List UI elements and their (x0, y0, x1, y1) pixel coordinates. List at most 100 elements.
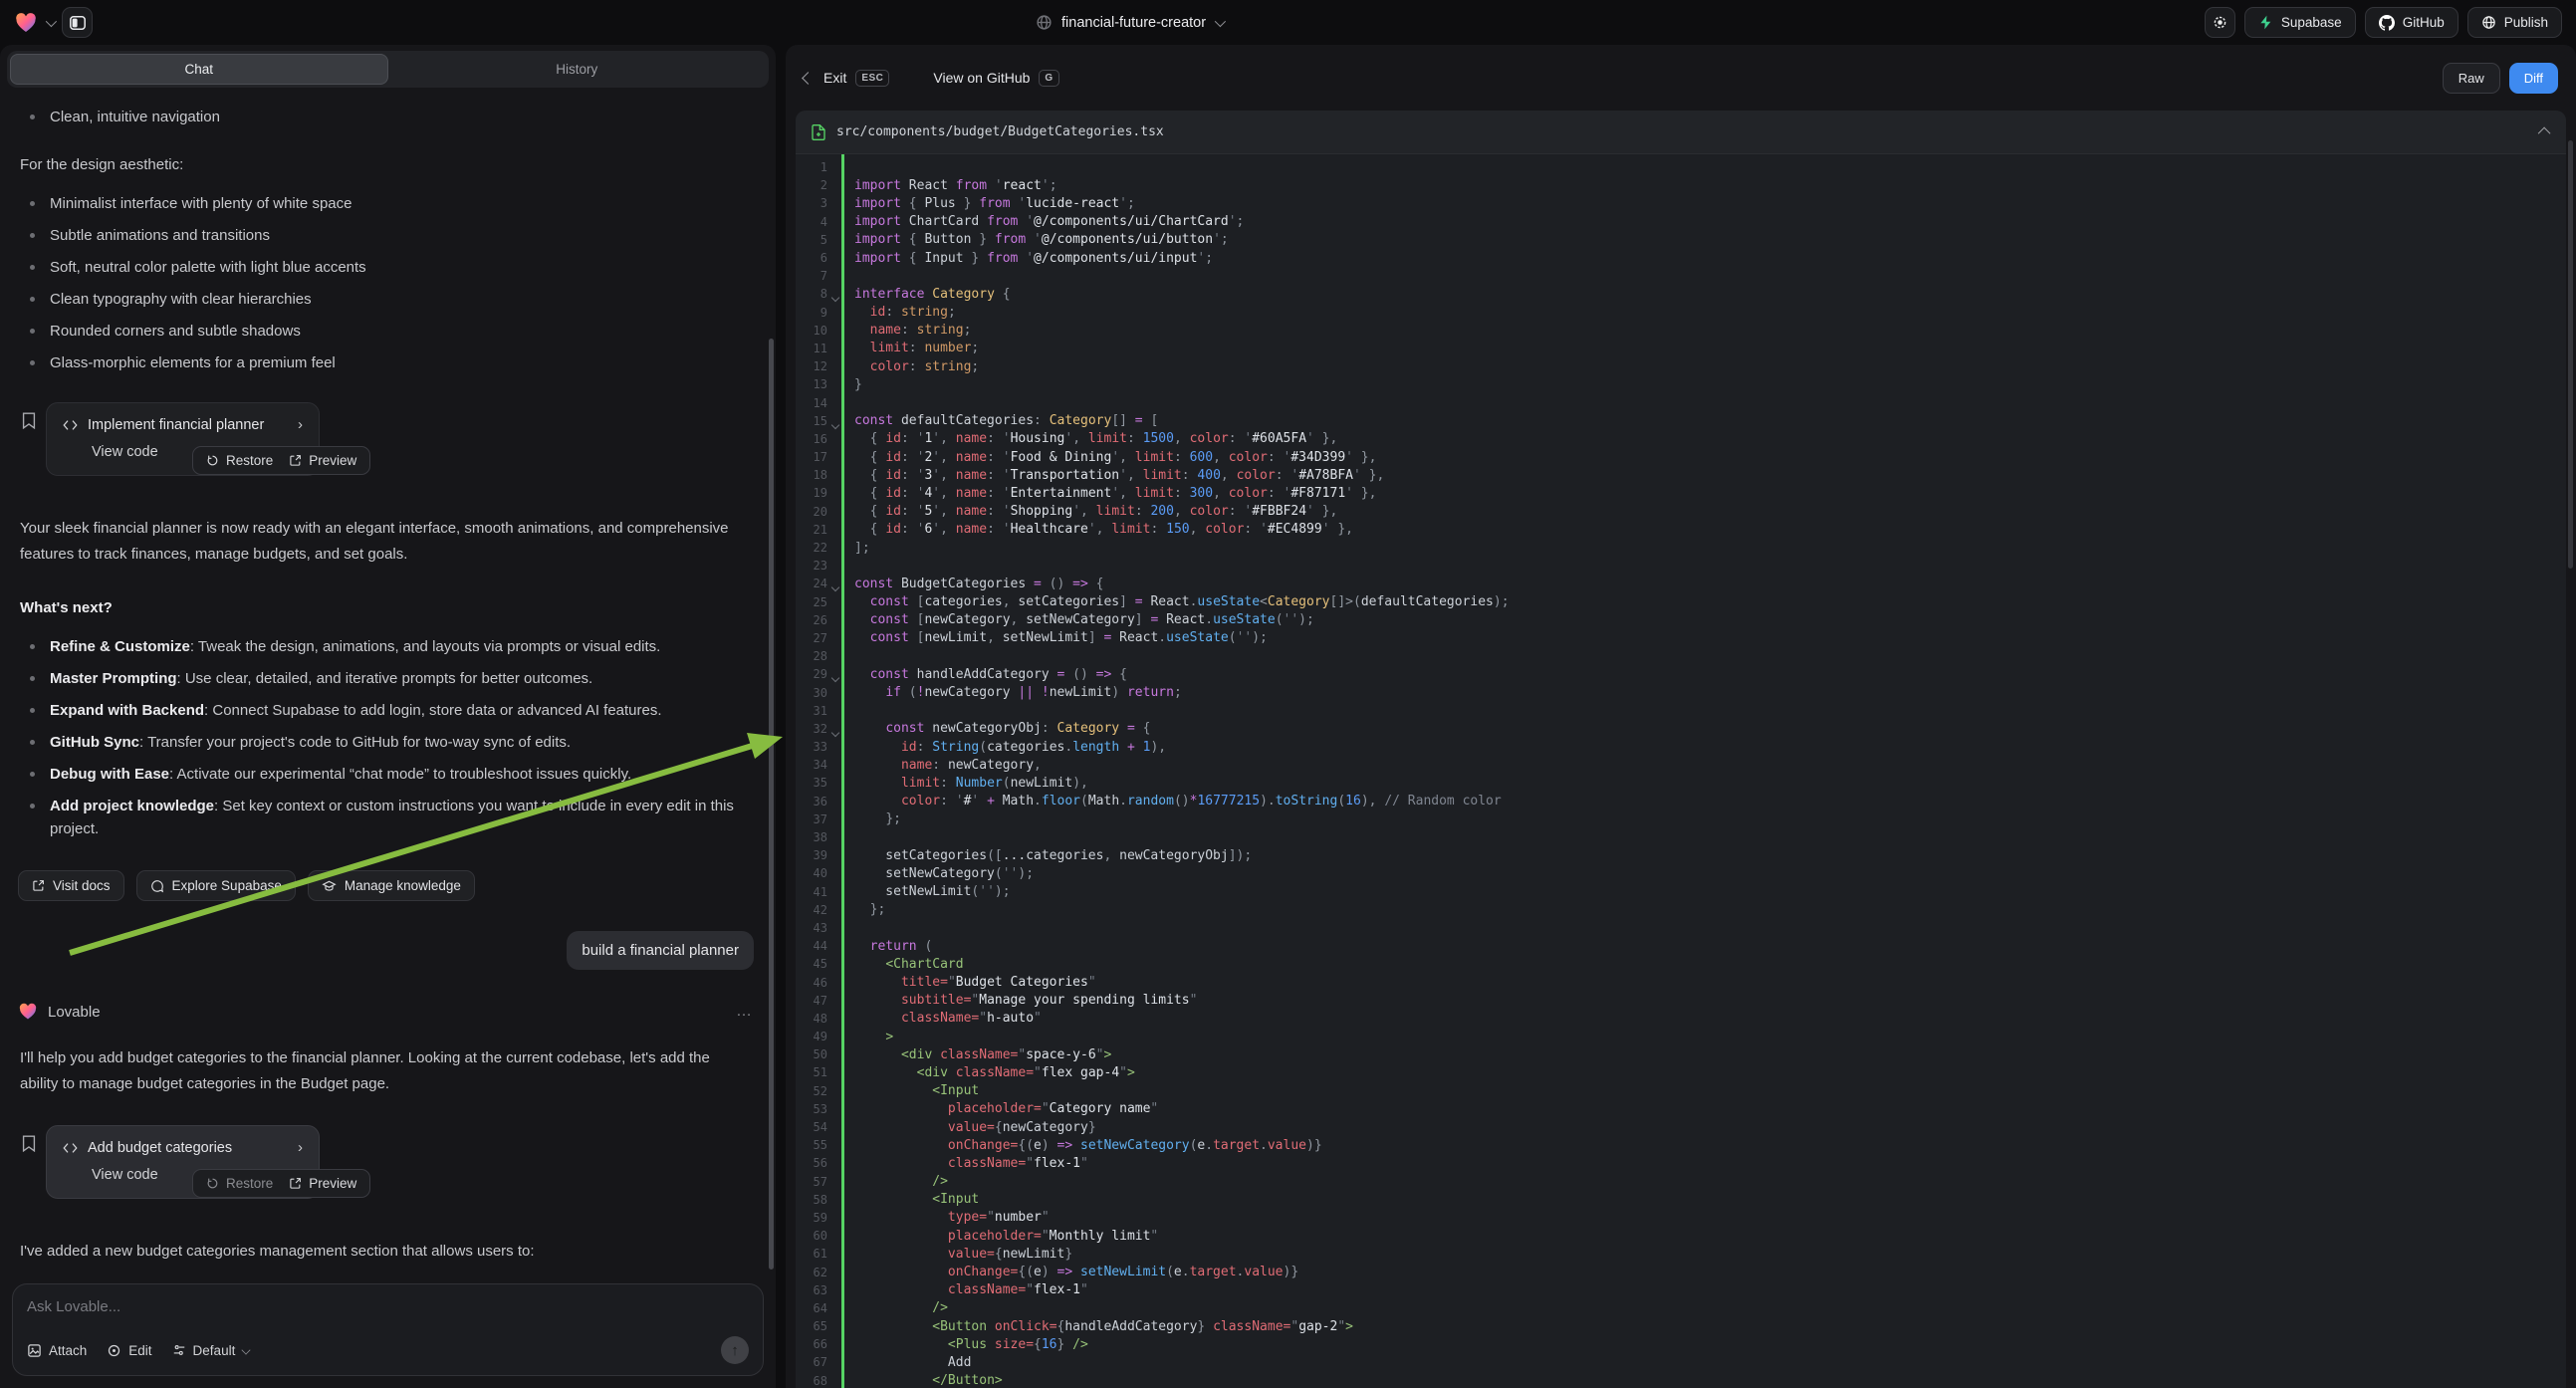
list-item-text: GitHub Sync: Transfer your project's cod… (50, 731, 571, 754)
chevron-right-icon[interactable]: › (298, 1139, 303, 1156)
attach-button[interactable]: Attach (27, 1343, 87, 1358)
chat-scroll-area[interactable]: Clean, intuitive navigationFor the desig… (0, 88, 776, 1272)
list-item-text: Add project knowledge: Set key context o… (50, 795, 754, 840)
code-text: interface Category { (854, 287, 1011, 302)
raw-toggle-button[interactable]: Raw (2443, 63, 2500, 94)
code-token: . (1034, 794, 1042, 809)
code-token: color (1229, 450, 1268, 465)
chat-bubble-icon (150, 879, 164, 893)
code-text: const [newCategory, setNewCategory] = Re… (854, 612, 1314, 627)
code-token: : (901, 486, 917, 501)
publish-button[interactable]: Publish (2467, 7, 2562, 38)
code-token (987, 1319, 995, 1334)
string-token: Budget Categories (956, 975, 1088, 990)
code-token: setNewCategory (1026, 612, 1135, 627)
code-line: 64 /> (796, 1299, 2566, 1317)
mode-select[interactable]: Default (172, 1343, 251, 1358)
chevron-down-icon[interactable] (46, 15, 57, 26)
code-token (854, 1210, 948, 1225)
sidebar-toggle-button[interactable] (62, 7, 93, 38)
code-line: 50 <div className="space-y-6"> (796, 1045, 2566, 1063)
fold-chevron-icon[interactable] (831, 420, 839, 428)
code-text: <div className="flex gap-4"> (854, 1065, 1135, 1080)
preview-button[interactable]: Preview (289, 453, 356, 468)
line-number: 61 (796, 1247, 837, 1261)
tab-history[interactable]: History (388, 54, 767, 85)
string-quote: ' (1003, 431, 1011, 446)
code-token: : (940, 794, 956, 809)
github-button[interactable]: GitHub (2365, 7, 2459, 38)
string-quote: " (1042, 1229, 1050, 1244)
code-token: Category (932, 287, 995, 302)
code-scrollbar[interactable] (2568, 140, 2573, 569)
exit-button[interactable]: Exit (823, 70, 846, 86)
chat-input[interactable]: Ask Lovable... (27, 1298, 749, 1315)
line-number: 6 (796, 251, 837, 265)
bookmark-icon[interactable] (22, 1135, 36, 1199)
code-token: value= (948, 1247, 995, 1262)
edit-button[interactable]: Edit (107, 1343, 151, 1358)
tab-chat[interactable]: Chat (10, 54, 388, 85)
code-area[interactable]: 12import React from 'react';3import { Pl… (796, 154, 2566, 1388)
code-text: title="Budget Categories" (854, 975, 1096, 990)
code-token (854, 1065, 917, 1080)
chevron-right-icon[interactable]: › (298, 416, 303, 433)
visit-docs-button[interactable]: Visit docs (18, 870, 124, 901)
code-token: Input (924, 251, 963, 266)
preview-button[interactable]: Preview (289, 1176, 356, 1191)
string-token: Category name (1050, 1101, 1151, 1116)
lovable-heart-icon[interactable] (14, 11, 38, 35)
line-number: 29 (796, 667, 837, 681)
line-number: 22 (796, 541, 837, 555)
line-number: 43 (796, 921, 837, 935)
project-switcher[interactable]: financial-future-creator (1036, 14, 1223, 31)
code-token: id (901, 740, 917, 755)
settings-button[interactable] (2205, 7, 2235, 38)
fold-chevron-icon[interactable] (831, 583, 839, 591)
code-line: 68 </Button> (796, 1372, 2566, 1388)
code-line: 43 (796, 919, 2566, 937)
code-token: : (932, 758, 948, 773)
line-number: 36 (796, 795, 837, 809)
version-card[interactable]: Add budget categories›View codeRestorePr… (46, 1125, 320, 1199)
supabase-button[interactable]: Supabase (2244, 7, 2356, 38)
code-token: ( (1229, 630, 1237, 645)
code-token: className= (901, 1011, 979, 1026)
message-menu-button[interactable]: … (736, 1003, 754, 1021)
chat-scrollbar[interactable] (769, 339, 774, 1270)
line-number: 17 (796, 450, 837, 464)
manage-knowledge-button[interactable]: Manage knowledge (308, 870, 475, 901)
code-line: 34 name: newCategory, (796, 756, 2566, 774)
send-button[interactable]: ↑ (721, 1336, 749, 1364)
top-bar: financial-future-creator Supabase GitHub… (0, 0, 2576, 45)
line-number: 4 (796, 215, 837, 229)
code-token: Math (1088, 794, 1119, 809)
view-on-github-button[interactable]: View on GitHub (933, 70, 1030, 86)
chevron-up-icon[interactable] (2538, 127, 2551, 140)
chat-paragraph: I'll help you add budget categories to t… (20, 1045, 752, 1097)
code-token: : (1127, 431, 1143, 446)
code-token: newCategory (1003, 1120, 1088, 1135)
code-token: ); (995, 884, 1011, 899)
code-token: const (885, 721, 924, 736)
code-text: }; (854, 902, 885, 917)
restore-button[interactable]: Restore (206, 1176, 273, 1191)
code-token: ; (948, 305, 956, 320)
globe-icon (1036, 14, 1053, 31)
version-card[interactable]: Implement financial planner›View codeRes… (46, 402, 320, 476)
file-header[interactable]: src/components/budget/BudgetCategories.t… (796, 111, 2566, 154)
code-line: 33 id: String(categories.length + 1), (796, 738, 2566, 756)
explore-supabase-button[interactable]: Explore Supabase (136, 870, 296, 901)
code-text: <Plus size={16} /> (854, 1337, 1088, 1352)
diff-toggle-button[interactable]: Diff (2509, 63, 2558, 94)
version-card-title: Implement financial planner (88, 417, 264, 433)
fold-chevron-icon[interactable] (831, 294, 839, 302)
fold-chevron-icon[interactable] (831, 674, 839, 682)
restore-button[interactable]: Restore (206, 453, 273, 468)
list-item: Subtle animations and transitions (30, 224, 754, 247)
bookmark-icon[interactable] (22, 412, 36, 476)
list-item: Debug with Ease: Activate our experiment… (30, 763, 754, 786)
code-token: id (885, 522, 901, 537)
chat-composer[interactable]: Ask Lovable... Attach Edit Defa (12, 1283, 764, 1376)
fold-chevron-icon[interactable] (831, 729, 839, 737)
